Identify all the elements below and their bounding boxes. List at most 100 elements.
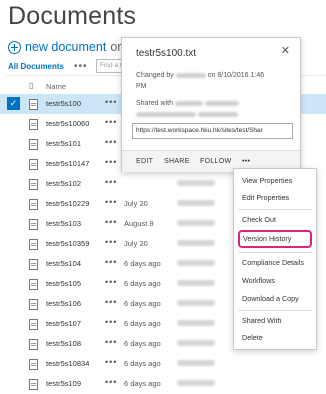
modified-date: 6 days ago (124, 319, 161, 328)
modified-date: August 9 (124, 219, 154, 228)
document-icon (29, 99, 38, 110)
modified-date: July 20 (124, 199, 148, 208)
row-more-icon[interactable]: ••• (105, 317, 117, 327)
row-more-icon[interactable]: ••• (105, 197, 117, 207)
file-name[interactable]: testr5s100 (46, 99, 81, 108)
file-url-field[interactable]: https://test.workspace.hku.hk/sites/test… (132, 123, 293, 139)
callout-filename[interactable]: testr5s100.txt (136, 48, 196, 59)
table-row[interactable]: testr5s109 ••• 6 days ago (0, 374, 326, 394)
share-button[interactable]: SHARE (164, 158, 190, 165)
shared-user-redacted (204, 100, 239, 106)
file-name[interactable]: testr5s104 (46, 259, 81, 268)
modified-by-redacted (177, 360, 215, 366)
modified-date: 6 days ago (124, 299, 161, 308)
document-icon (29, 359, 38, 370)
document-icon (29, 119, 38, 130)
document-icon (29, 139, 38, 150)
menu-delete[interactable]: Delete (234, 330, 316, 346)
document-icon (29, 219, 38, 230)
changed-time: PM (136, 83, 147, 90)
modified-by-redacted (177, 260, 215, 266)
changed-by-text: Changed by on 8/10/2016 1:46 PM (136, 70, 264, 92)
changed-by-prefix: Changed by (136, 72, 174, 79)
file-name[interactable]: testr5s105 (46, 279, 81, 288)
menu-divider (238, 252, 312, 253)
view-all-documents[interactable]: All Documents (8, 62, 64, 71)
new-document-label: new document (25, 40, 107, 54)
file-name[interactable]: testr5s101 (46, 139, 81, 148)
table-row[interactable]: testr5s10834 ••• 6 days ago (0, 354, 326, 374)
file-type-header-icon: ▯ (29, 81, 34, 90)
document-icon (29, 279, 38, 290)
edit-button[interactable]: EDIT (136, 158, 153, 165)
modified-by-redacted (177, 240, 215, 246)
menu-download-copy[interactable]: Download a Copy (234, 291, 316, 307)
close-icon[interactable]: ✕ (281, 44, 290, 57)
menu-check-out[interactable]: Check Out (234, 212, 316, 228)
row-more-icon[interactable]: ••• (105, 217, 117, 227)
view-selector: All Documents ••• (8, 61, 88, 72)
view-more-icon[interactable]: ••• (74, 61, 88, 72)
row-more-icon[interactable]: ••• (105, 237, 117, 247)
document-icon (29, 159, 38, 170)
document-icon (29, 179, 38, 190)
modified-date: 6 days ago (124, 339, 161, 348)
document-icon (29, 199, 38, 210)
file-name[interactable]: testr5s103 (46, 219, 81, 228)
row-check-icon[interactable]: ✓ (7, 97, 20, 110)
more-actions-button[interactable]: ••• (242, 158, 250, 165)
column-header-name[interactable]: Name (46, 82, 66, 91)
menu-shared-with[interactable]: Shared With (234, 313, 316, 329)
user-name-redacted (175, 72, 206, 78)
row-more-icon[interactable]: ••• (105, 257, 117, 267)
file-callout: testr5s100.txt ✕ Changed by on 8/10/2016… (121, 37, 301, 172)
modified-by-redacted (177, 180, 215, 186)
file-name[interactable]: testr5s109 (46, 379, 81, 388)
modified-by-redacted (177, 320, 215, 326)
row-more-icon[interactable]: ••• (105, 177, 117, 187)
row-more-icon[interactable]: ••• (105, 297, 117, 307)
changed-on: on 8/10/2016 1:46 (207, 72, 265, 79)
document-icon (29, 299, 38, 310)
row-more-icon[interactable]: ••• (105, 277, 117, 287)
file-name[interactable]: testr5s108 (46, 339, 81, 348)
file-name[interactable]: testr5s10147 (46, 159, 89, 168)
menu-divider (238, 310, 312, 311)
row-more-icon[interactable]: ••• (105, 157, 117, 167)
context-menu: View Properties Edit Properties Check Ou… (233, 168, 317, 350)
shared-with-label: Shared with (136, 100, 173, 107)
file-name[interactable]: testr5s10834 (46, 359, 89, 368)
modified-by-redacted (177, 200, 215, 206)
document-icon (29, 259, 38, 270)
modified-by-redacted (177, 220, 215, 226)
file-name[interactable]: testr5s10229 (46, 199, 89, 208)
row-more-icon[interactable]: ••• (105, 357, 117, 367)
document-icon (29, 319, 38, 330)
document-icon (29, 379, 38, 390)
file-name[interactable]: testr5s102 (46, 179, 81, 188)
page-title: Documents (8, 2, 137, 30)
shared-user-redacted (136, 111, 196, 117)
menu-version-history[interactable]: Version History (238, 230, 312, 248)
menu-edit-properties[interactable]: Edit Properties (234, 190, 316, 206)
menu-workflows[interactable]: Workflows (234, 273, 316, 289)
row-more-icon[interactable]: ••• (105, 97, 117, 107)
shared-user-redacted (174, 100, 203, 106)
row-more-icon[interactable]: ••• (105, 337, 117, 347)
modified-date: July 20 (124, 239, 148, 248)
shared-with-text: Shared with (136, 98, 239, 120)
file-name[interactable]: testr5s10060 (46, 119, 89, 128)
row-more-icon[interactable]: ••• (105, 377, 117, 387)
row-more-icon[interactable]: ••• (105, 117, 117, 127)
modified-date: 6 days ago (124, 279, 161, 288)
menu-compliance-details[interactable]: Compliance Details (234, 255, 316, 271)
add-icon (8, 40, 21, 54)
row-more-icon[interactable]: ••• (105, 137, 117, 147)
menu-view-properties[interactable]: View Properties (234, 173, 316, 189)
modified-by-redacted (177, 280, 215, 286)
file-name[interactable]: testr5s10359 (46, 239, 89, 248)
modified-by-redacted (177, 380, 215, 386)
file-name[interactable]: testr5s106 (46, 299, 81, 308)
follow-button[interactable]: FOLLOW (200, 158, 231, 165)
file-name[interactable]: testr5s107 (46, 319, 81, 328)
